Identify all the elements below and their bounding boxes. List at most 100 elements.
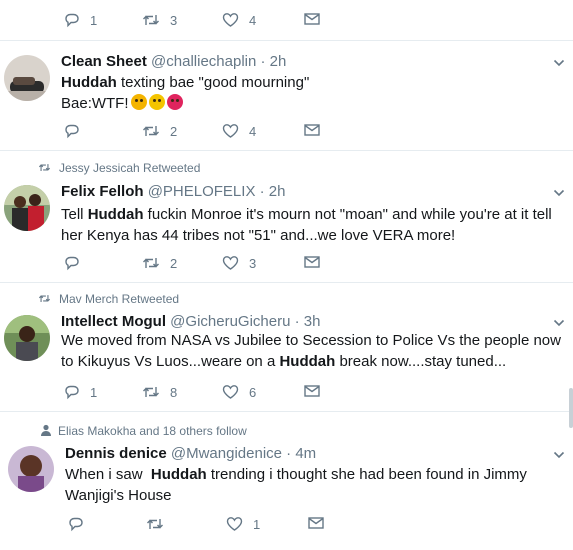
reply-button[interactable] (68, 516, 94, 532)
retweet-context: Jessy Jessicah Retweeted (38, 161, 200, 175)
retweet-context-label[interactable]: Mav Merch Retweeted (59, 292, 179, 306)
reply-count: 1 (90, 12, 98, 28)
retweet-button[interactable]: 8 (142, 384, 177, 400)
retweet-context: Mav Merch Retweeted (38, 292, 179, 306)
tweet-text: Tell Huddah fuckin Monroe it's mourn not… (61, 204, 561, 246)
tweet-text-rest: break now....stay tuned... (335, 353, 507, 370)
retweet-button[interactable]: 3 (142, 12, 177, 28)
avatar-image (4, 315, 50, 361)
retweet-count: 8 (170, 384, 178, 400)
dm-button[interactable] (304, 384, 320, 398)
display-name[interactable]: Felix Felloh (61, 183, 144, 200)
heart-icon (226, 517, 243, 531)
display-name[interactable]: Intellect Mogul (61, 313, 166, 330)
follow-context-label[interactable]: Elias Makokha and 18 others follow (58, 424, 247, 438)
dm-button[interactable] (304, 12, 320, 26)
reply-count: 1 (90, 384, 98, 400)
retweet-icon (147, 519, 163, 529)
chevron-down-icon[interactable] (553, 187, 565, 199)
retweet-icon (38, 164, 51, 171)
like-count: 6 (249, 384, 257, 400)
dm-button[interactable] (304, 123, 320, 137)
avatar-image (4, 185, 50, 231)
chevron-down-icon[interactable] (553, 449, 565, 461)
like-count: 3 (249, 255, 257, 271)
like-button[interactable]: 4 (222, 123, 256, 139)
avatar-image (8, 446, 54, 492)
scrollbar[interactable] (569, 388, 573, 428)
heart-icon (222, 124, 239, 138)
reply-icon (65, 256, 79, 271)
highlighted-term: Huddah (150, 466, 207, 483)
retweet-icon (143, 15, 159, 25)
angry-face-icon (130, 94, 147, 110)
retweet-button[interactable]: 2 (142, 255, 177, 271)
tweet-actions: 2 3 (64, 255, 324, 275)
chevron-down-icon[interactable] (553, 57, 565, 69)
tweet-1[interactable]: Clean Sheet @challiechaplin · 2h Huddah … (0, 41, 573, 151)
envelope-icon (304, 385, 320, 397)
tweet-3[interactable]: Mav Merch Retweeted Intellect Mogul @Gic… (0, 283, 573, 412)
like-button[interactable]: 3 (222, 255, 256, 271)
tweet-header: Intellect Mogul @GicheruGicheru · 3h (61, 313, 320, 330)
tweet-actions: 1 (68, 516, 328, 536)
tweet-text: When i saw Huddah trending i thought she… (65, 464, 563, 506)
like-button[interactable]: 6 (222, 384, 256, 400)
retweet-context-label[interactable]: Jessy Jessicah Retweeted (59, 161, 200, 175)
tweet-4[interactable]: Elias Makokha and 18 others follow Denni… (0, 412, 573, 550)
heart-icon (222, 256, 239, 270)
avatar[interactable] (4, 315, 50, 361)
tweet-0: 1 3 4 (0, 0, 573, 41)
handle[interactable]: @Mwangidenice (171, 445, 282, 462)
tweet-actions: 1 8 6 (64, 384, 324, 404)
avatar[interactable] (8, 446, 54, 492)
envelope-icon (304, 13, 320, 25)
like-count: 4 (249, 123, 257, 139)
retweet-icon (143, 126, 159, 136)
tweet-2[interactable]: Jessy Jessicah Retweeted Felix Felloh @P… (0, 151, 573, 283)
avatar[interactable] (4, 185, 50, 231)
heart-icon (222, 385, 239, 399)
envelope-icon (308, 517, 324, 529)
retweet-icon (143, 258, 159, 268)
handle[interactable]: @PHELOFELIX (148, 183, 256, 200)
handle[interactable]: @GicheruGicheru (170, 313, 290, 330)
like-button[interactable]: 4 (222, 12, 256, 28)
highlighted-term: Huddah (61, 74, 117, 91)
retweet-button[interactable] (146, 516, 174, 532)
timestamp[interactable]: · 2h (261, 53, 287, 70)
reply-button[interactable]: 1 (64, 384, 97, 400)
like-button[interactable]: 1 (226, 516, 260, 532)
tweet-text-rest: texting bae "good mourning" (116, 74, 310, 91)
tweet-actions: 1 3 4 (64, 12, 324, 32)
display-name[interactable]: Dennis denice (65, 445, 167, 462)
timestamp[interactable]: · 3h (295, 313, 321, 330)
timestamp[interactable]: · 2h (260, 183, 286, 200)
envelope-icon (304, 124, 320, 136)
reply-button[interactable] (64, 123, 90, 139)
reply-icon (65, 124, 79, 139)
timestamp[interactable]: · 4m (286, 445, 316, 462)
tweet-text: Huddah texting bae "good mourning" Bae:W… (61, 72, 561, 114)
display-name[interactable]: Clean Sheet (61, 53, 147, 70)
retweet-icon (38, 295, 51, 302)
avatar[interactable] (4, 55, 50, 101)
follow-context: Elias Makokha and 18 others follow (40, 424, 247, 438)
rage-face-icon (166, 94, 183, 110)
tweet-text-line2: Bae:WTF! (61, 95, 129, 112)
reply-icon (69, 517, 83, 532)
reply-button[interactable]: 1 (64, 12, 97, 28)
reply-button[interactable] (64, 255, 90, 271)
retweet-count: 3 (170, 12, 178, 28)
highlighted-term: Huddah (279, 353, 336, 370)
handle[interactable]: @challiechaplin (151, 53, 256, 70)
dm-button[interactable] (304, 255, 320, 269)
retweet-button[interactable]: 2 (142, 123, 177, 139)
tweet-header: Clean Sheet @challiechaplin · 2h (61, 53, 286, 70)
reply-icon (65, 385, 79, 400)
retweet-icon (143, 387, 159, 397)
dm-button[interactable] (308, 516, 324, 530)
retweet-count: 2 (170, 255, 178, 271)
chevron-down-icon[interactable] (553, 317, 565, 329)
avatar-image (4, 55, 50, 101)
